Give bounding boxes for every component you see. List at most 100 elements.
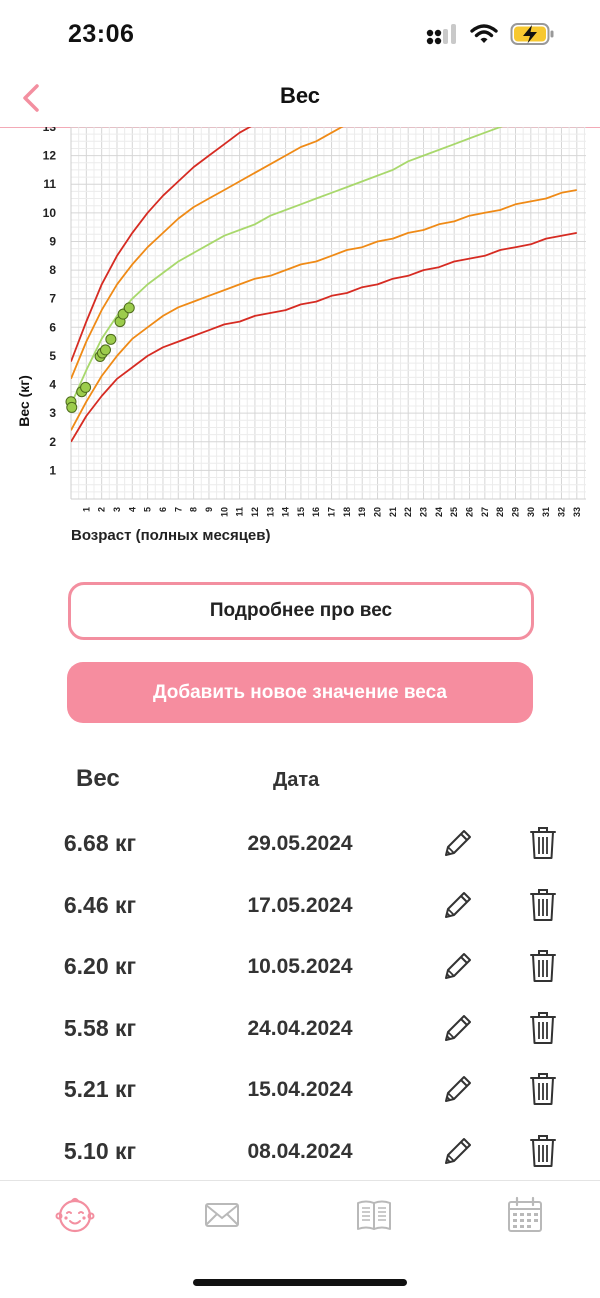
row-date: 29.05.2024 — [247, 832, 353, 855]
nav-bar: Вес — [0, 70, 600, 128]
x-tick-label: 23 — [419, 507, 429, 517]
y-tick-label: 10 — [43, 206, 57, 220]
x-tick-label: 20 — [373, 507, 383, 517]
x-axis-title: Возраст (полных месяцев) — [71, 527, 271, 544]
x-tick-label: 24 — [434, 507, 444, 517]
trash-icon — [530, 950, 556, 983]
x-tick-label: 19 — [357, 507, 367, 517]
delete-button[interactable] — [529, 1071, 557, 1107]
row-date: 10.05.2024 — [247, 955, 353, 979]
column-header-weight: Вес — [76, 765, 120, 792]
table-row: 6.68 кг 29.05.2024 — [0, 815, 600, 875]
x-tick-label: 25 — [449, 507, 459, 517]
x-tick-label: 8 — [189, 507, 199, 512]
add-weight-button[interactable]: Добавить новое значение веса — [67, 662, 533, 723]
x-tick-label: 16 — [311, 507, 321, 517]
y-tick-label: 6 — [49, 320, 56, 334]
x-tick-label: 13 — [265, 507, 275, 517]
y-tick-label: 8 — [49, 263, 56, 277]
y-tick-label: 12 — [43, 149, 57, 163]
status-bar: 23:06 — [0, 0, 600, 70]
x-tick-label: 9 — [204, 507, 214, 512]
edit-button[interactable] — [440, 950, 474, 984]
x-tick-label: 10 — [219, 507, 229, 517]
row-weight: 6.20 кг — [63, 953, 137, 980]
trash-icon — [530, 1135, 556, 1167]
tab-calendar[interactable] — [505, 1195, 545, 1235]
x-tick-label: 12 — [250, 507, 260, 517]
x-tick-label: 18 — [342, 507, 352, 517]
weight-data-point — [66, 401, 78, 413]
edit-button[interactable] — [440, 1135, 474, 1169]
chart-grid — [70, 127, 586, 500]
status-time: 23:06 — [68, 20, 135, 48]
x-tick-label: 17 — [327, 507, 337, 517]
row-weight: 5.10 кг — [63, 1138, 137, 1164]
weight-chart-svg: 12345678910111213 1 2 3 4 5 6 7 8 9 10 11 12 13 14 15 1… — [43, 127, 586, 517]
y-tick-label: 4 — [49, 378, 56, 392]
pencil-icon — [445, 1014, 471, 1041]
edit-button[interactable] — [440, 889, 474, 923]
status-icons — [426, 22, 556, 46]
y-tick-label: 2 — [49, 435, 56, 449]
x-tick-label: 14 — [281, 507, 291, 517]
weight-data-point — [123, 302, 135, 314]
more-about-weight-button[interactable]: Подробнее про вес — [68, 582, 534, 640]
x-tick-label: 21 — [388, 507, 398, 517]
y-tick-label: 11 — [43, 177, 56, 191]
x-tick-label: 31 — [541, 507, 551, 517]
pencil-icon — [445, 1076, 471, 1103]
pencil-icon — [445, 1138, 471, 1164]
row-weight: 6.68 кг — [63, 830, 137, 856]
wifi-icon — [470, 24, 498, 43]
book-icon — [357, 1200, 391, 1230]
x-tick-label: 28 — [495, 507, 505, 517]
pencil-icon — [445, 953, 471, 980]
cellular-signal-icon — [426, 24, 456, 45]
weight-chart: 1 2 3 4 5 6 7 8 9 10 11 12 13 1 2 3 4 5 6 7 8 9 10 11 12 13 14 15 1… — [0, 127, 600, 547]
envelope-icon — [205, 1203, 239, 1227]
row-date: 08.04.2024 — [247, 1140, 353, 1163]
delete-button[interactable] — [529, 1133, 557, 1169]
weight-data-point — [80, 381, 92, 393]
trash-icon — [530, 1073, 556, 1106]
weight-data-point — [105, 333, 117, 345]
trash-icon — [530, 827, 556, 859]
x-tick-label: 7 — [173, 507, 183, 512]
x-tick-label: 2 — [97, 507, 107, 512]
tab-library[interactable] — [354, 1195, 394, 1235]
y-tick-label: 1 — [49, 463, 56, 477]
edit-button[interactable] — [440, 1073, 474, 1107]
y-tick-label: 5 — [49, 349, 56, 363]
edit-button[interactable] — [440, 1012, 474, 1046]
baby-face-icon — [55, 1197, 95, 1233]
x-tick-label: 33 — [572, 507, 582, 517]
x-tick-label: 6 — [158, 507, 168, 512]
delete-button[interactable] — [529, 825, 557, 861]
x-tick-label: 5 — [143, 507, 153, 512]
edit-button[interactable] — [440, 827, 474, 861]
column-header-date: Дата — [273, 769, 320, 791]
row-date: 24.04.2024 — [247, 1016, 353, 1040]
weight-data-point — [99, 344, 111, 356]
row-weight: 5.58 кг — [63, 1014, 137, 1041]
x-tick-label: 15 — [296, 507, 306, 517]
delete-button[interactable] — [529, 1010, 557, 1046]
x-tick-label: 4 — [127, 507, 137, 512]
tab-baby[interactable] — [55, 1195, 95, 1235]
table-row: 5.10 кг 08.04.2024 — [0, 1123, 600, 1183]
trash-icon — [530, 1011, 556, 1044]
pencil-icon — [445, 830, 471, 856]
trash-icon — [530, 888, 556, 921]
x-tick-label: 32 — [556, 507, 566, 517]
x-tick-label: 1 — [81, 507, 91, 512]
tab-messages[interactable] — [202, 1195, 242, 1235]
y-tick-label: 7 — [49, 292, 56, 306]
delete-button[interactable] — [529, 887, 557, 923]
y-axis-title: Вес (кг) — [16, 375, 32, 427]
delete-button[interactable] — [529, 948, 557, 984]
x-tick-label: 26 — [465, 507, 475, 517]
pencil-icon — [445, 891, 471, 918]
x-tick-label: 30 — [526, 507, 536, 517]
y-tick-label: 13 — [43, 127, 57, 134]
